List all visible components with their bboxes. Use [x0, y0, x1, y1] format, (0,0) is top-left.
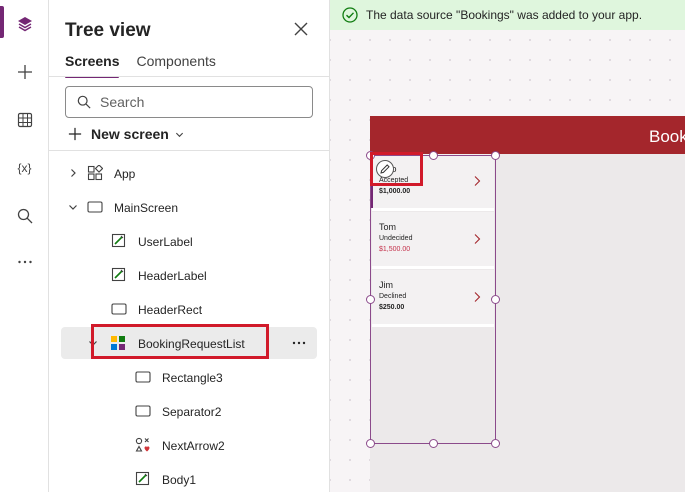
resize-handle[interactable]	[429, 439, 438, 448]
search-field[interactable]: Search	[65, 86, 313, 118]
new-screen-button[interactable]: New screen	[67, 124, 184, 144]
rectangle-icon	[135, 403, 151, 419]
table-icon	[17, 112, 33, 128]
resize-handle[interactable]	[429, 151, 438, 160]
gallery-selection-frame[interactable]	[370, 155, 496, 444]
tree-item-app[interactable]: App	[61, 157, 317, 189]
app-header-title[interactable]: Book	[649, 127, 685, 147]
tree-item-headerlabel[interactable]: HeaderLabel	[61, 259, 317, 291]
resize-handle[interactable]	[491, 439, 500, 448]
tree-item-separator2[interactable]: Separator2	[61, 395, 317, 427]
tree-item-label: UserLabel	[138, 235, 193, 249]
chevron-down-icon	[175, 126, 184, 142]
tree-item-label: Body1	[162, 473, 197, 487]
tree-item-nextarrow2[interactable]: NextArrow2	[61, 429, 317, 461]
chevron-down-icon[interactable]	[67, 201, 79, 213]
more-button[interactable]	[0, 244, 49, 280]
panel-title: Tree view	[65, 20, 151, 41]
tree-item-label: HeaderRect	[138, 303, 203, 317]
plus-icon	[67, 126, 83, 142]
tab-components[interactable]: Components	[136, 53, 215, 77]
label-icon	[111, 267, 127, 283]
tab-screens[interactable]: Screens	[65, 53, 120, 78]
tree-item-label: App	[114, 167, 136, 181]
notification-message: The data source "Bookings" was added to …	[366, 8, 643, 22]
plus-icon	[17, 64, 33, 80]
variables-icon: {x}	[17, 161, 32, 175]
checkmark-circle-icon	[342, 7, 358, 23]
tree-item-userlabel[interactable]: UserLabel	[61, 225, 317, 257]
screen-icon	[87, 199, 103, 215]
label-icon	[135, 471, 151, 487]
tree-view-button[interactable]	[0, 6, 49, 42]
left-rail: {x}	[0, 0, 49, 492]
layers-icon	[17, 16, 33, 32]
close-icon[interactable]	[292, 20, 310, 38]
tree-item-headerrect[interactable]: HeaderRect	[61, 293, 317, 325]
annotation-highlight	[91, 324, 269, 359]
tree-item-body1[interactable]: Body1	[61, 463, 317, 492]
more-horizontal-icon	[17, 254, 33, 270]
search-input[interactable]: Search	[100, 94, 144, 110]
tree-item-label: MainScreen	[114, 201, 179, 215]
new-screen-label: New screen	[91, 126, 169, 142]
rectangle-icon	[135, 369, 151, 385]
label-icon	[111, 233, 127, 249]
tree-item-label: Separator2	[162, 405, 222, 419]
chevron-right-icon[interactable]	[67, 167, 79, 179]
panel-tabs: Screens Components	[65, 53, 216, 78]
tabs-divider	[49, 76, 330, 77]
resize-handle[interactable]	[491, 295, 500, 304]
rectangle-icon	[111, 301, 127, 317]
tree-item-mainscreen[interactable]: MainScreen	[61, 191, 317, 223]
resize-handle[interactable]	[366, 295, 375, 304]
icon-control-icon	[135, 437, 151, 453]
tree-item-rectangle3[interactable]: Rectangle3	[61, 361, 317, 393]
search-icon	[76, 94, 92, 110]
search-icon	[17, 208, 33, 224]
resize-handle[interactable]	[491, 151, 500, 160]
tree-item-label: Rectangle3	[162, 371, 223, 385]
resize-handle[interactable]	[366, 439, 375, 448]
panel-divider	[49, 150, 330, 151]
data-button[interactable]	[0, 102, 49, 138]
search-rail-button[interactable]	[0, 198, 49, 234]
annotation-highlight	[370, 152, 423, 186]
more-horizontal-icon[interactable]	[291, 335, 307, 351]
tree-view-panel: Tree view Screens Components Search New …	[49, 0, 330, 492]
app-header-rect[interactable]	[370, 116, 685, 154]
notification-banner: The data source "Bookings" was added to …	[330, 0, 685, 30]
insert-button[interactable]	[0, 54, 49, 90]
tree-item-label: NextArrow2	[162, 439, 225, 453]
variables-button[interactable]: {x}	[0, 150, 49, 186]
tree-item-label: HeaderLabel	[138, 269, 207, 283]
app-icon	[87, 165, 103, 181]
